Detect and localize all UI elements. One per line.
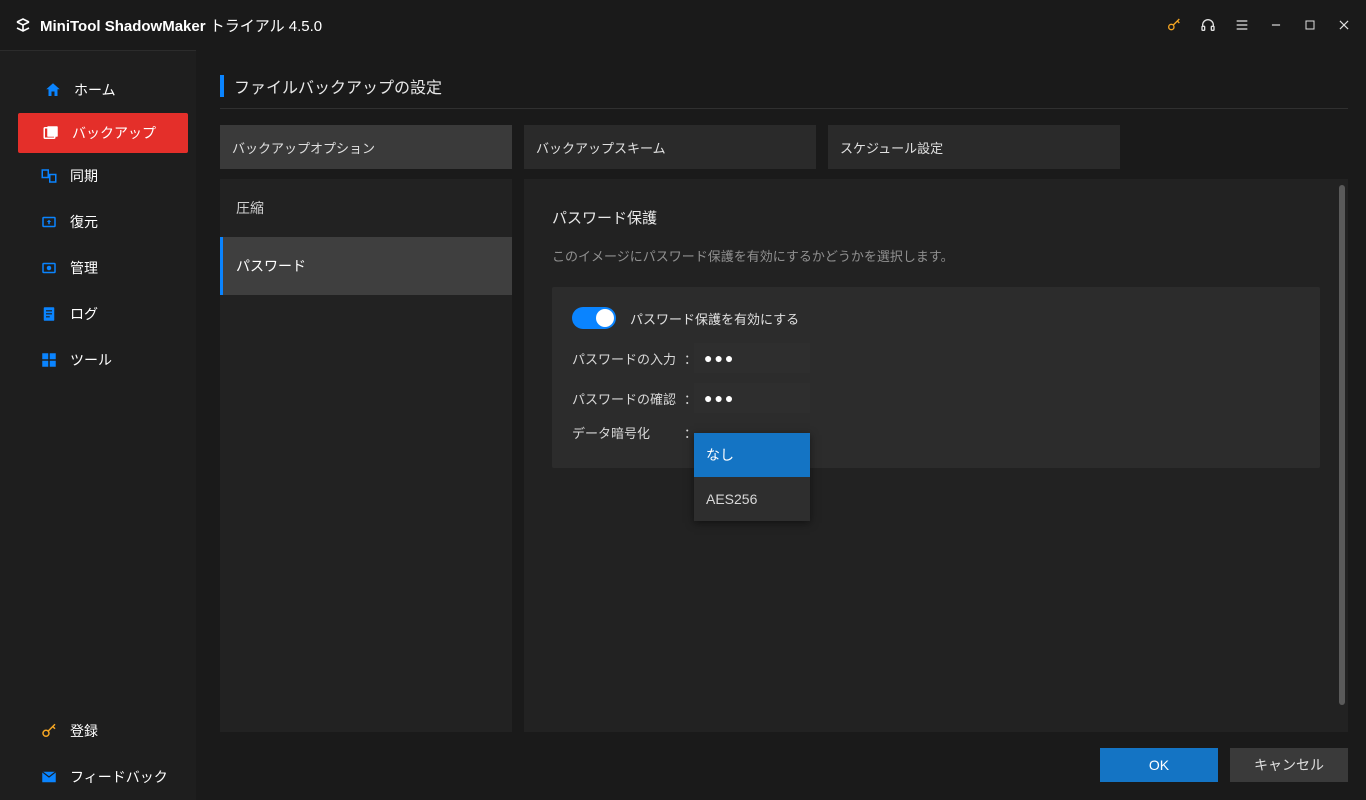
- panel-password: パスワード保護 このイメージにパスワード保護を有効にするかどうかを選択します。 …: [524, 179, 1348, 732]
- options-sidebar: 圧縮 パスワード: [220, 179, 512, 732]
- option-label: 圧縮: [236, 198, 264, 218]
- password-input-label: パスワードの入力: [572, 349, 684, 368]
- sidebar-item-label: フィードバック: [70, 767, 168, 787]
- sidebar-item-label: バックアップ: [72, 123, 156, 143]
- button-label: キャンセル: [1254, 755, 1324, 775]
- cancel-button[interactable]: キャンセル: [1230, 748, 1348, 782]
- sidebar-item-label: ツール: [70, 350, 112, 370]
- tab-backup-scheme[interactable]: バックアップスキーム: [524, 125, 816, 169]
- encryption-label: データ暗号化: [572, 423, 684, 442]
- password-confirm-label: パスワードの確認: [572, 389, 684, 408]
- encryption-dropdown[interactable]: なし AES256: [694, 433, 810, 521]
- option-compression[interactable]: 圧縮: [220, 179, 512, 237]
- feedback-icon: [40, 768, 58, 786]
- menu-icon[interactable]: [1234, 17, 1250, 33]
- option-label: パスワード: [236, 256, 306, 276]
- app-title: MiniTool ShadowMaker トライアル 4.5.0: [40, 15, 322, 36]
- sidebar-item-log[interactable]: ログ: [0, 291, 196, 337]
- button-label: OK: [1149, 757, 1169, 773]
- sidebar-item-backup[interactable]: バックアップ: [18, 113, 188, 153]
- manage-icon: [40, 259, 58, 277]
- password-toggle[interactable]: [572, 307, 616, 329]
- sync-icon: [40, 167, 58, 185]
- restore-icon: [40, 213, 58, 231]
- sidebar-item-label: 同期: [70, 166, 98, 186]
- dropdown-item-label: なし: [706, 445, 734, 465]
- panel-title: パスワード保護: [552, 207, 1320, 228]
- sidebar-item-tools[interactable]: ツール: [0, 337, 196, 383]
- panel-description: このイメージにパスワード保護を有効にするかどうかを選択します。: [552, 246, 1320, 265]
- password-confirm-input[interactable]: [694, 383, 810, 413]
- maximize-icon[interactable]: [1302, 17, 1318, 33]
- tab-label: スケジュール設定: [840, 138, 943, 157]
- sidebar-item-sync[interactable]: 同期: [0, 153, 196, 199]
- sidebar-item-home[interactable]: ホーム: [0, 67, 196, 113]
- password-input[interactable]: [694, 343, 810, 373]
- sidebar: ホーム バックアップ 同期 復元 管理 ログ ツール 登録: [0, 50, 196, 800]
- sidebar-item-register[interactable]: 登録: [0, 708, 196, 754]
- sidebar-item-label: 復元: [70, 212, 98, 232]
- dropdown-item-label: AES256: [706, 491, 757, 507]
- sidebar-item-feedback[interactable]: フィードバック: [0, 754, 196, 800]
- sidebar-item-manage[interactable]: 管理: [0, 245, 196, 291]
- sidebar-item-label: 管理: [70, 258, 98, 278]
- page-title: ファイルバックアップの設定: [234, 74, 442, 98]
- home-icon: [44, 81, 62, 99]
- key-icon: [40, 722, 58, 740]
- panel-scrollbar[interactable]: [1339, 185, 1345, 705]
- minimize-icon[interactable]: [1268, 17, 1284, 33]
- ok-button[interactable]: OK: [1100, 748, 1218, 782]
- backup-icon: [42, 124, 60, 142]
- encryption-option-none[interactable]: なし: [694, 433, 810, 477]
- sidebar-item-label: ホーム: [74, 80, 116, 100]
- log-icon: [40, 305, 58, 323]
- close-icon[interactable]: [1336, 17, 1352, 33]
- tab-backup-options[interactable]: バックアップオプション: [220, 125, 512, 169]
- app-logo-icon: [14, 16, 32, 34]
- headset-icon[interactable]: [1200, 17, 1216, 33]
- sidebar-item-label: 登録: [70, 721, 98, 741]
- sidebar-item-label: ログ: [70, 304, 98, 324]
- password-toggle-label: パスワード保護を有効にする: [630, 309, 799, 328]
- tools-icon: [40, 351, 58, 369]
- option-password[interactable]: パスワード: [220, 237, 512, 295]
- encryption-option-aes256[interactable]: AES256: [694, 477, 810, 521]
- sidebar-item-restore[interactable]: 復元: [0, 199, 196, 245]
- tab-label: バックアップスキーム: [536, 138, 666, 157]
- header-accent-bar: [220, 75, 224, 97]
- key-icon[interactable]: [1166, 17, 1182, 33]
- tab-label: バックアップオプション: [232, 138, 375, 157]
- tab-schedule[interactable]: スケジュール設定: [828, 125, 1120, 169]
